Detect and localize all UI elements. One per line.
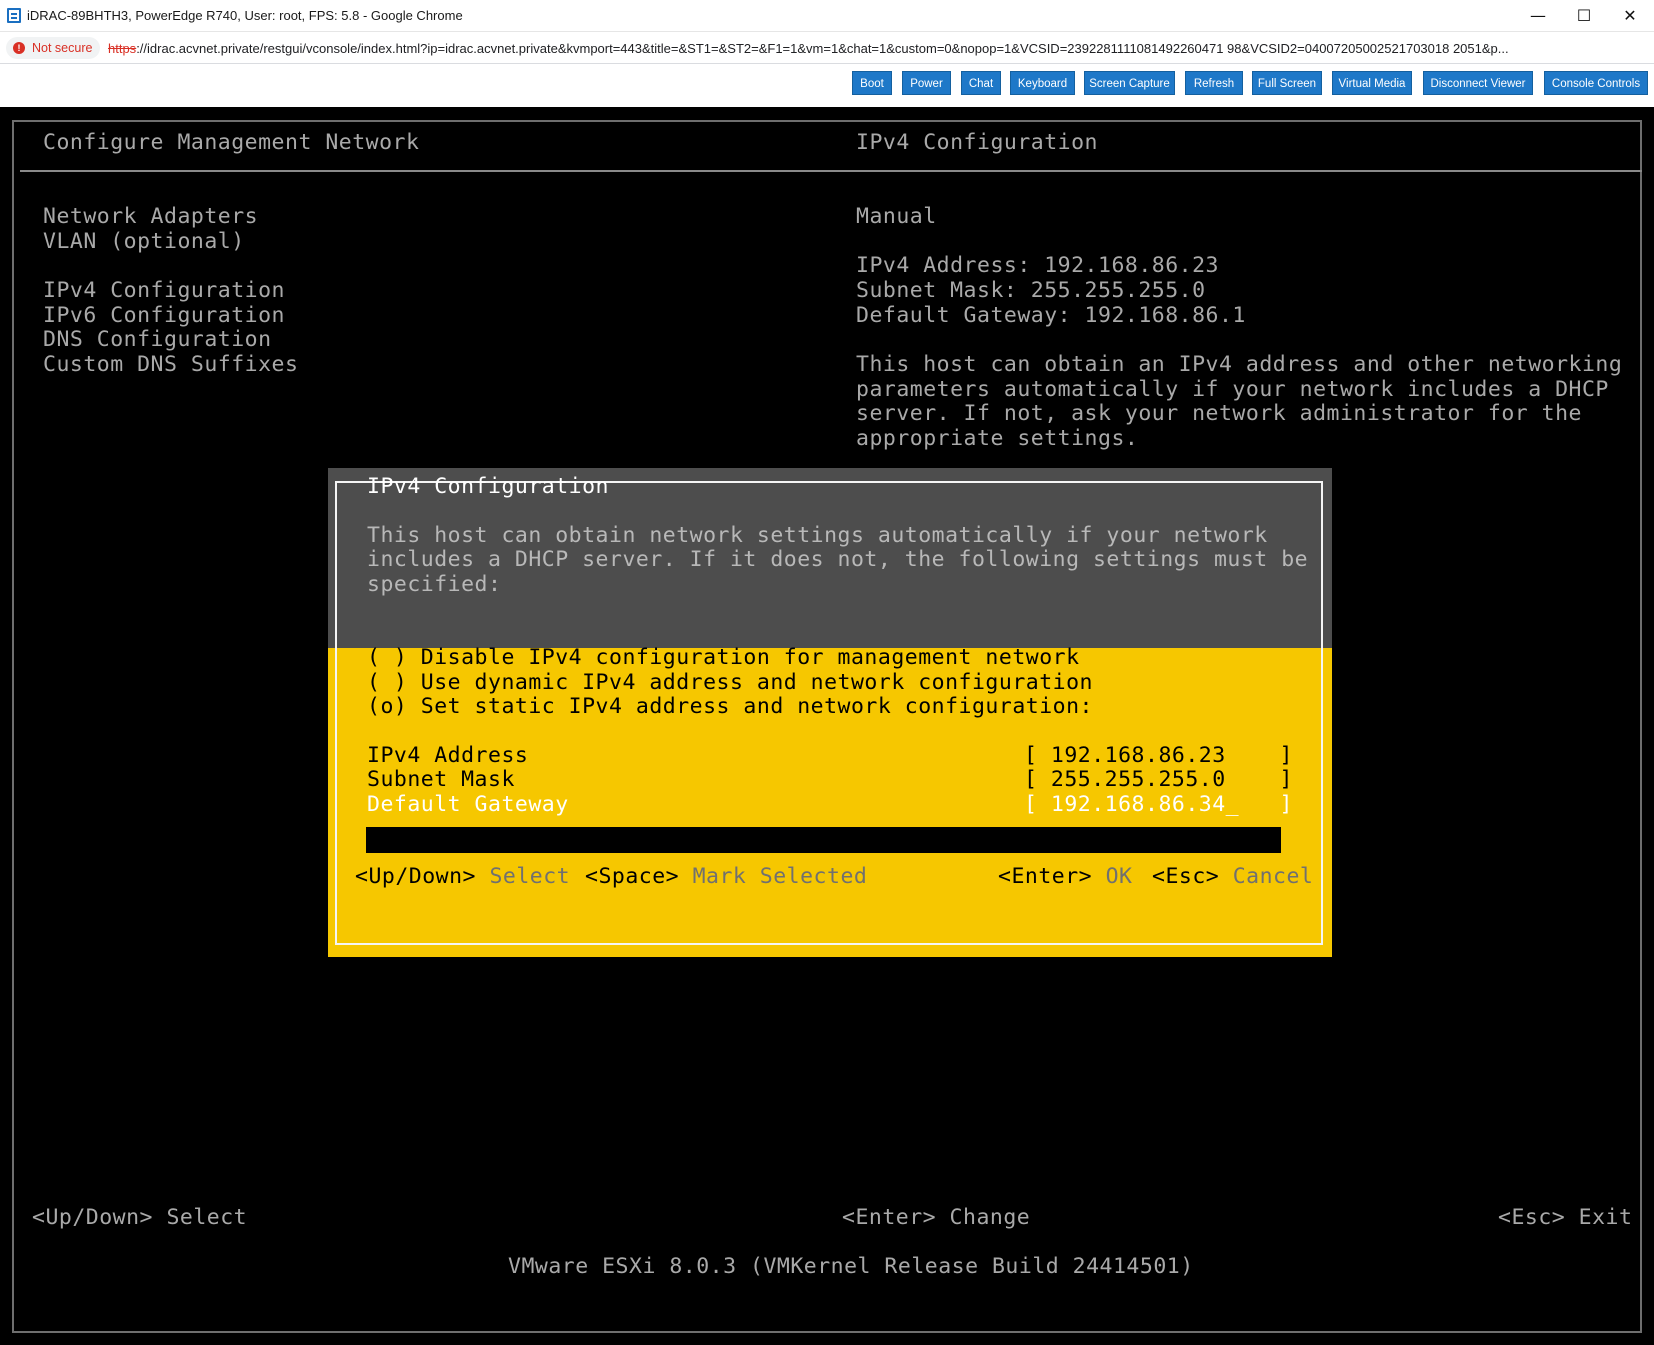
dialog-cancel-button[interactable]: <Esc> Cancel xyxy=(1152,864,1313,889)
dialog-ok-button[interactable]: <Enter> OK xyxy=(998,864,1132,889)
hint-key: <Up/Down> xyxy=(355,864,476,889)
dialog-hint-updown: <Up/Down> Select xyxy=(355,864,570,889)
footer-select-hint: <Up/Down> Select xyxy=(32,1205,248,1230)
dcui-header-divider xyxy=(20,170,1642,172)
keyboard-button[interactable]: Keyboard xyxy=(1010,71,1075,95)
subnet-mask-line: Subnet Mask: 255.255.255.0 xyxy=(856,278,1206,303)
right-panel-title: IPv4 Configuration xyxy=(856,130,1098,155)
hint-key: <Space> xyxy=(585,864,680,889)
option-static-ipv4[interactable]: (o) Set static IPv4 address and network … xyxy=(367,694,1093,719)
virtual-media-button[interactable]: Virtual Media xyxy=(1332,71,1412,95)
refresh-button[interactable]: Refresh xyxy=(1185,71,1243,95)
url-field[interactable]: https://idrac.acvnet.private/restgui/vco… xyxy=(108,41,1628,56)
ipv4-description-line: server. If not, ask your network adminis… xyxy=(856,401,1582,426)
default-gateway-label: Default Gateway xyxy=(367,792,569,817)
hint-text: Select xyxy=(489,864,571,889)
not-secure-label: Not secure xyxy=(32,41,93,55)
default-gateway-field[interactable]: [ 192.168.86.34_ ] xyxy=(1024,792,1293,817)
hint-key: <Enter> xyxy=(998,864,1093,889)
menu-item-dns[interactable]: DNS Configuration xyxy=(43,327,272,352)
subnet-mask-field[interactable]: [ 255.255.255.0 ] xyxy=(1024,767,1293,792)
footer-change-hint: <Enter> Change xyxy=(842,1205,1031,1230)
menu-item-dns-suffixes[interactable]: Custom DNS Suffixes xyxy=(43,352,298,377)
hint-key: <Esc> xyxy=(1152,864,1220,889)
minimize-icon[interactable]: — xyxy=(1515,0,1561,32)
url-scheme: https xyxy=(108,41,137,56)
option-disable-ipv4[interactable]: ( ) Disable IPv4 configuration for manag… xyxy=(367,645,1080,670)
address-bar: ! Not secure https://idrac.acvnet.privat… xyxy=(0,32,1654,64)
hint-text: OK xyxy=(1105,864,1133,889)
dialog-description-line: This host can obtain network settings au… xyxy=(367,523,1268,548)
window-title: iDRAC-89BHTH3, PowerEdge R740, User: roo… xyxy=(27,8,463,23)
ipv4-address-field[interactable]: [ 192.168.86.23 ] xyxy=(1024,743,1293,768)
boot-button[interactable]: Boot xyxy=(852,71,892,95)
footer-exit-hint: <Esc> Exit xyxy=(1498,1205,1633,1230)
hint-text: Cancel xyxy=(1232,864,1314,889)
left-panel-title: Configure Management Network xyxy=(43,130,420,155)
ipv4-mode: Manual xyxy=(856,204,937,229)
power-button[interactable]: Power xyxy=(902,71,951,95)
dialog-description-line: includes a DHCP server. If it does not, … xyxy=(367,547,1309,572)
menu-item-network-adapters[interactable]: Network Adapters xyxy=(43,204,258,229)
kvm-console[interactable]: Configure Management Network IPv4 Config… xyxy=(0,107,1654,1345)
ipv4-description-line: parameters automatically if your network… xyxy=(856,377,1609,402)
ipv4-description-line: This host can obtain an IPv4 address and… xyxy=(856,352,1623,377)
chat-button[interactable]: Chat xyxy=(961,71,1001,95)
menu-item-ipv6[interactable]: IPv6 Configuration xyxy=(43,303,285,328)
selected-row-highlight xyxy=(366,827,1281,853)
disconnect-viewer-button[interactable]: Disconnect Viewer xyxy=(1423,71,1533,95)
full-screen-button[interactable]: Full Screen xyxy=(1252,71,1322,95)
esxi-build-info: VMware ESXi 8.0.3 (VMKernel Release Buil… xyxy=(508,1254,1194,1279)
dialog-title: IPv4 Configuration xyxy=(367,474,609,499)
dialog-hint-space: <Space> Mark Selected xyxy=(585,864,867,889)
screen-capture-button[interactable]: Screen Capture xyxy=(1084,71,1175,95)
viewer-toolbar: Boot Power Chat Keyboard Screen Capture … xyxy=(0,64,1654,107)
idrac-app-icon xyxy=(7,8,21,23)
maximize-icon[interactable]: ☐ xyxy=(1561,0,1607,32)
dialog-description-line: specified: xyxy=(367,572,502,597)
ipv4-address-line: IPv4 Address: 192.168.86.23 xyxy=(856,253,1219,278)
ipv4-address-label: IPv4 Address xyxy=(367,743,529,768)
menu-item-vlan[interactable]: VLAN (optional) xyxy=(43,229,245,254)
security-indicator[interactable]: ! Not secure xyxy=(6,37,101,59)
window-titlebar: iDRAC-89BHTH3, PowerEdge R740, User: roo… xyxy=(0,0,1654,32)
option-dynamic-ipv4[interactable]: ( ) Use dynamic IPv4 address and network… xyxy=(367,670,1093,695)
menu-item-ipv4[interactable]: IPv4 Configuration xyxy=(43,278,285,303)
console-controls-button[interactable]: Console Controls xyxy=(1544,71,1648,95)
hint-text: Mark Selected xyxy=(692,864,868,889)
subnet-mask-label: Subnet Mask xyxy=(367,767,515,792)
warning-icon: ! xyxy=(13,42,25,54)
ipv4-description-line: appropriate settings. xyxy=(856,426,1139,451)
close-icon[interactable]: ✕ xyxy=(1607,0,1653,32)
url-text: ://idrac.acvnet.private/restgui/vconsole… xyxy=(136,41,1509,56)
default-gateway-line: Default Gateway: 192.168.86.1 xyxy=(856,303,1246,328)
